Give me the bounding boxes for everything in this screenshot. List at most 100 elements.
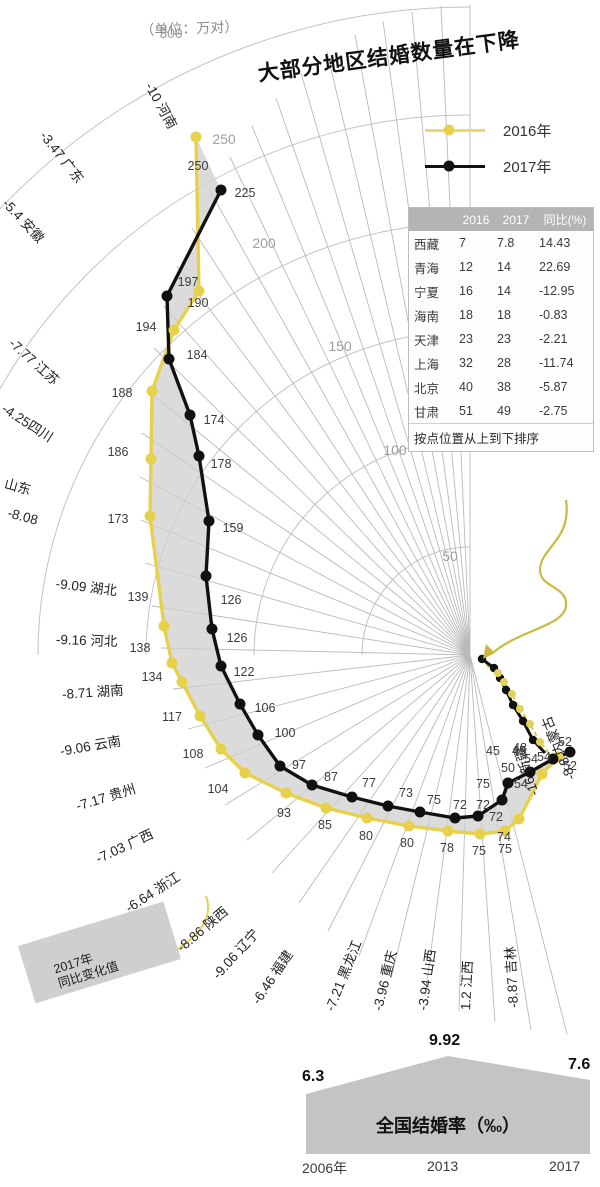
point-label-2017: 73 [399,786,413,800]
point-label-2016: 134 [141,670,163,684]
cell-2017: 14 [497,260,511,274]
infographic-root: 300 250 200 150 100 50 （单位：万对） 大部分地区结婚数量… [0,0,600,1182]
point-label-inner-48: 48 [513,741,527,755]
spoke-label-hunan: -8.71 湖南 [61,682,125,702]
cell-yoy: -12.95 [539,284,575,298]
point-label-2016: 54 [514,777,528,791]
unit-label: （单位：万对） [140,18,239,38]
table-row: 西藏 7 7.8 14.43 [409,231,593,255]
point-label-2016: 139 [127,590,149,604]
cell-region: 青海 [414,261,440,276]
cell-2016: 40 [459,380,473,394]
point-label-2017: 75 [476,777,490,791]
spoke-label-jiangxi: 1.2 江西 [458,960,476,1011]
point-label-2017: 77 [362,776,376,790]
point-label-2017: 178 [210,457,232,471]
spoke-label-jilin: -8.87 吉林 [502,946,521,1009]
cell-2016: 12 [459,260,473,274]
pointer-arrow [483,499,568,659]
table-row: 甘肃 51 49 -2.75 [409,399,593,423]
point-label-2017: 184 [186,348,208,362]
point-label-2016: 138 [129,641,151,655]
cell-region: 北京 [414,381,440,396]
point-label-2016: 80 [400,836,414,850]
cell-yoy: -0.83 [539,308,568,322]
small-regions-table: 2016 2017 同比(%) 西藏 7 7.8 14.43 青海 12 14 22.69 … [408,207,594,452]
cell-2017: 7.8 [497,236,515,250]
table-row: 北京 40 38 -5.87 [409,375,593,399]
radial-tick-50: 50 [442,548,458,564]
point-label-2016: 80 [359,829,373,843]
point-label-2017: 87 [324,770,338,784]
bottom-value-2013: 9.92 [429,1032,461,1049]
point-label-2016: 117 [162,710,182,724]
table-header-2017: 2017 [495,208,537,231]
cell-2017: 14 [497,284,511,298]
table-header-yoy: 同比(%) [537,208,593,231]
point-label-2016: 75 [472,844,486,858]
bottom-area-chart: 6.3 9.92 7.6 全国结婚率（‰） 2006年 2013 2017 [296,1032,600,1182]
point-label-2016: 197 [177,275,199,289]
point-label-2016: 78 [440,841,454,855]
legend-item-2016[interactable]: 2016年 [425,112,551,148]
point-label-2017: 72 [489,810,503,824]
bottom-chart-title: 全国结婚率（‰） [376,1116,520,1136]
point-label-2017: 50 [501,761,515,775]
cell-region: 天津 [414,333,440,348]
cell-2016: 32 [459,356,473,370]
table-header-2016: 2016 [457,208,495,231]
point-label-2016: 85 [318,818,332,832]
point-label-2016: 54 [537,750,551,764]
radial-tick-150: 150 [328,338,352,354]
cell-region: 海南 [414,309,440,324]
cell-yoy: -11.74 [539,356,574,370]
legend-label-2017: 2017年 [503,158,552,176]
point-label-2017: 126 [226,631,248,645]
bottom-tick-2013: 2013 [427,1158,459,1174]
point-label-2016: 74 [497,830,511,844]
bottom-value-2017: 7.6 [568,1056,591,1073]
cell-2016: 18 [459,308,473,322]
point-label-2016: 93 [277,806,291,820]
point-label-inner-45: 45 [486,744,500,758]
point-label-2016: 108 [182,747,204,761]
cell-yoy: -5.87 [539,380,568,394]
cell-2017: 28 [497,356,511,370]
table-row: 海南 18 18 -0.83 [409,303,593,327]
cell-yoy: 22.69 [539,260,571,274]
cell-yoy: 14.43 [539,236,571,250]
radial-tick-100: 100 [383,442,407,458]
cell-2016: 16 [459,284,473,298]
cell-2016: 23 [459,332,473,346]
cell-yoy: -2.21 [539,332,568,346]
table-header-row: 2016 2017 同比(%) [409,208,593,231]
point-label-2016: 52 [558,735,572,749]
point-label-2016: 186 [107,445,129,459]
point-label-2016: 75 [498,842,512,856]
cell-region: 甘肃 [414,405,440,420]
point-label-2017: 225 [234,186,256,200]
legend: 2016年 2017年 [425,112,551,184]
point-label-2017: 190 [187,296,209,310]
cell-2017: 23 [497,332,511,346]
point-label-2016: 188 [111,386,133,400]
cell-2017: 38 [497,380,511,394]
table-row: 上海 32 28 -11.74 [409,351,593,375]
legend-label-2016: 2016年 [503,122,552,140]
table-row: 青海 12 14 22.69 [409,255,593,279]
point-label-2016: 250 [187,159,209,173]
point-label-2016: 104 [207,782,229,796]
table-row: 天津 23 23 -2.21 [409,327,593,351]
bottom-tick-2006: 2006年 [302,1160,348,1176]
bottom-tick-2017: 2017 [549,1158,581,1174]
legend-item-2017[interactable]: 2017年 [425,148,551,184]
point-label-2017: 100 [274,726,296,740]
point-label-2017: 72 [476,798,490,812]
cell-region: 西藏 [414,237,440,252]
cell-region: 上海 [414,357,440,372]
table-note: 按点位置从上到下排序 [409,423,593,451]
point-label-2017: 75 [427,793,441,807]
spoke-label-hebei: -9.16 河北 [55,632,118,650]
point-label-2017: 174 [203,413,225,427]
cell-yoy: -2.75 [539,404,568,418]
